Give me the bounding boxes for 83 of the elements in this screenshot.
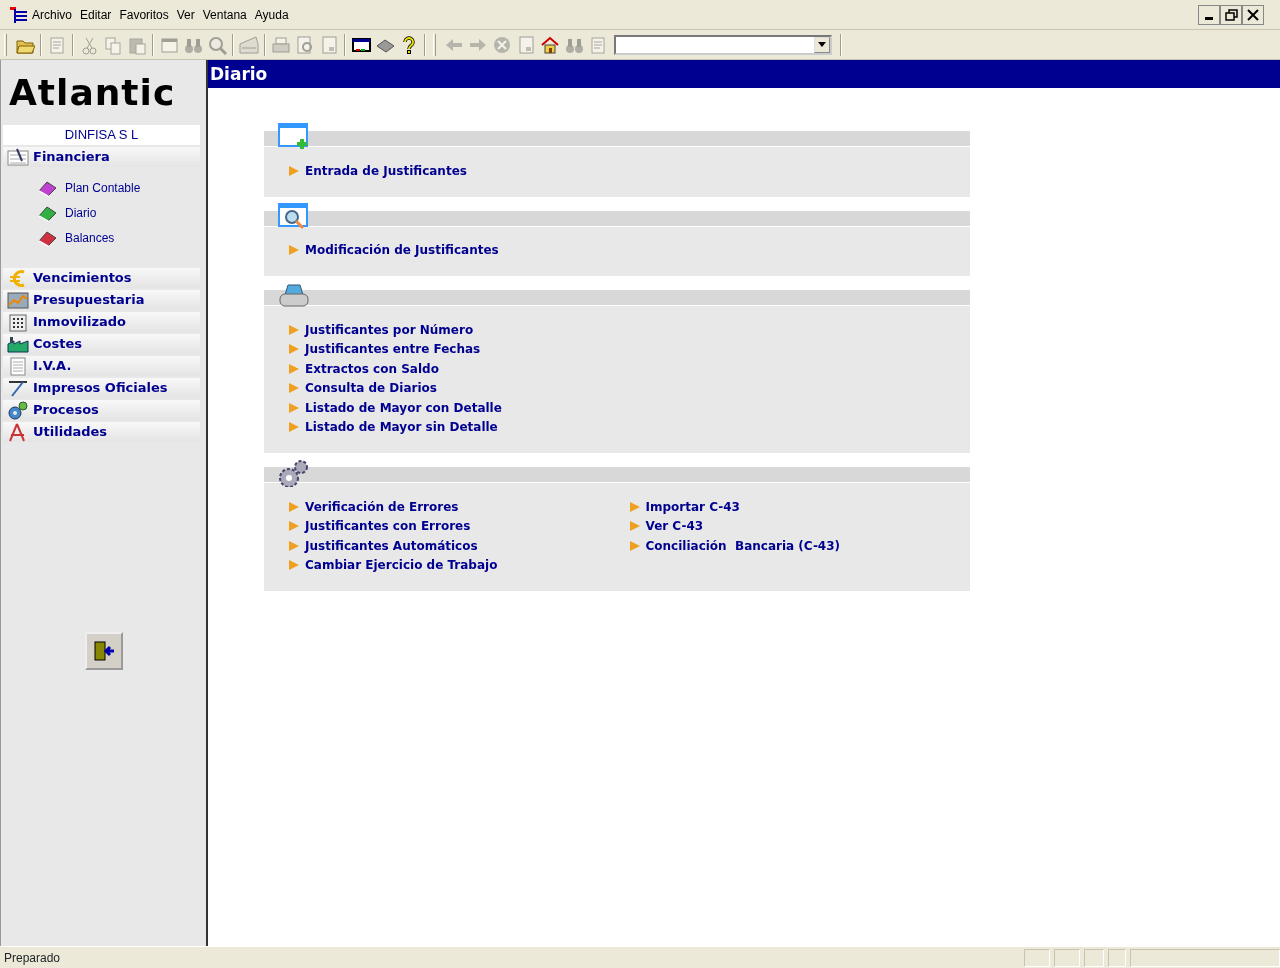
- status-panel: [1084, 948, 1104, 967]
- module-item[interactable]: Utilidades: [3, 422, 200, 442]
- status-panel: [1024, 948, 1050, 967]
- search-icon: [207, 34, 227, 55]
- document-icon: [7, 356, 29, 376]
- status-panel: [1108, 948, 1126, 967]
- exit-button[interactable]: [84, 632, 123, 670]
- arrow-icon: [289, 560, 299, 571]
- arrow-icon: [289, 363, 299, 374]
- module-item[interactable]: Impresos Oficiales: [3, 378, 200, 398]
- arrow-icon: [289, 402, 299, 413]
- menu-link[interactable]: Consulta de Diarios: [289, 378, 638, 398]
- menu-item[interactable]: Ventana: [198, 5, 251, 24]
- status-text: Preparado: [3, 949, 61, 967]
- minimize-icon: [1205, 17, 1213, 20]
- module-item[interactable]: Financiera: [3, 147, 200, 167]
- logo: Atlantic: [9, 74, 176, 111]
- menu-link[interactable]: Modificación de Justificantes: [289, 240, 638, 260]
- menu-link[interactable]: Justificantes entre Fechas: [289, 339, 638, 359]
- factory-icon: [7, 334, 29, 354]
- arrow-icon: [289, 324, 299, 335]
- module-item[interactable]: Procesos: [3, 400, 200, 420]
- menu-link[interactable]: Justificantes con Errores: [289, 516, 630, 536]
- arrow-icon: [289, 501, 299, 512]
- module-item[interactable]: Inmovilizado: [3, 312, 200, 332]
- menu-link[interactable]: Entrada de Justificantes: [289, 161, 638, 181]
- scanner-icon: [239, 34, 259, 55]
- address-dropdown[interactable]: [614, 34, 832, 55]
- document-icon: [47, 34, 67, 55]
- caret-icon: [818, 42, 826, 47]
- app-icon: [10, 5, 28, 24]
- company-name: DINFISA S L: [3, 125, 200, 145]
- menu-link[interactable]: Ver C-43: [629, 516, 970, 536]
- printer-icon: [271, 34, 291, 55]
- module-item[interactable]: Presupuestaria: [3, 290, 200, 310]
- arrow-icon: [289, 521, 299, 532]
- module-subitem[interactable]: Diario: [1, 200, 103, 225]
- menu-item[interactable]: Editar: [76, 5, 116, 24]
- restore-icon: [1224, 7, 1238, 22]
- module-subitem[interactable]: Balances: [1, 225, 121, 250]
- copy-icon: [103, 34, 123, 55]
- page-icon: [319, 34, 339, 55]
- module-subitem[interactable]: Plan Contable: [1, 175, 147, 200]
- minimize-button[interactable]: [1198, 4, 1220, 25]
- menu-link[interactable]: Justificantes por Número: [289, 320, 638, 340]
- chart-icon: [7, 290, 29, 310]
- door-icon: [91, 639, 116, 663]
- page-icon: [516, 34, 536, 55]
- module-item[interactable]: Costes: [3, 334, 200, 354]
- arrow-icon: [289, 540, 299, 551]
- pen-icon: [7, 378, 29, 398]
- arrow-icon: [289, 165, 299, 176]
- home-icon: [540, 34, 560, 55]
- menu-item[interactable]: Favoritos: [115, 5, 173, 24]
- arrow-icon: [289, 344, 299, 355]
- module-item[interactable]: Vencimientos: [3, 268, 200, 288]
- restore-button[interactable]: [1220, 4, 1242, 25]
- menu-link[interactable]: Importar C-43: [629, 497, 970, 517]
- status-panel: [1054, 948, 1080, 967]
- arrow-icon: [289, 245, 299, 256]
- menu-link[interactable]: Listado de Mayor sin Detalle: [289, 417, 638, 437]
- menu-item[interactable]: Ayuda: [250, 5, 293, 24]
- menu-link[interactable]: Listado de Mayor con Detalle: [289, 398, 638, 418]
- arrow-icon: [629, 521, 640, 532]
- menu-link[interactable]: Verificación de Errores: [289, 497, 630, 517]
- menu-link[interactable]: Cambiar Ejercicio de Trabajo: [289, 555, 630, 575]
- menu-item[interactable]: Ver: [172, 5, 199, 24]
- menu-link[interactable]: Conciliación Bancaria (C-43): [629, 536, 970, 556]
- preview-icon: [295, 34, 315, 55]
- menu-link[interactable]: Justificantes Automáticos: [289, 536, 630, 556]
- close-button[interactable]: [1242, 4, 1264, 25]
- menu-link[interactable]: Extractos con Saldo: [289, 359, 638, 379]
- close-icon: [1246, 7, 1260, 22]
- stop-icon: [492, 34, 512, 55]
- arrow-icon: [289, 422, 299, 433]
- arrow-icon: [629, 501, 640, 512]
- ledger-icon: [7, 147, 29, 167]
- menu-item[interactable]: Archivo: [28, 5, 76, 24]
- module-item[interactable]: I.V.A.: [3, 356, 200, 376]
- arrow-icon: [289, 383, 299, 394]
- page-title: Diario: [208, 60, 1280, 88]
- arrow-icon: [629, 540, 640, 551]
- document-icon: [588, 34, 608, 55]
